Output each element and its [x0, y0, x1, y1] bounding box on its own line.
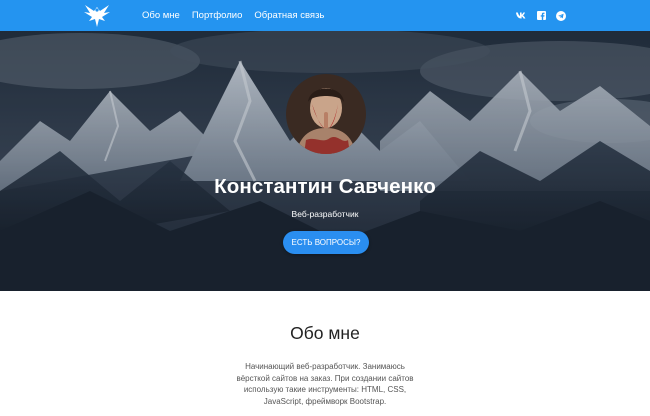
- about-text: Начинающий веб-разработчик. Занимаюсь вё…: [236, 362, 414, 406]
- social-links: [516, 0, 566, 31]
- facebook-icon[interactable]: [536, 11, 546, 21]
- nav-link-portfolio[interactable]: Портфолио: [192, 10, 243, 21]
- about-section: Обо мне Начинающий веб-разработчик. Зани…: [0, 291, 650, 416]
- eagle-logo-icon[interactable]: [83, 2, 111, 29]
- nav-link-feedback[interactable]: Обратная связь: [254, 10, 324, 21]
- questions-button[interactable]: ЕСТЬ ВОПРОСЫ?: [283, 231, 369, 254]
- telegram-icon[interactable]: [556, 10, 566, 21]
- nav-link-about[interactable]: Обо мне: [142, 10, 180, 21]
- vk-icon[interactable]: [516, 11, 526, 21]
- top-navbar: Обо мне Портфолио Обратная связь: [0, 0, 650, 31]
- main-nav: Обо мне Портфолио Обратная связь: [142, 0, 324, 31]
- hero-name: Константин Савченко: [214, 175, 436, 198]
- hero-role: Веб-разработчик: [291, 209, 359, 219]
- profile-photo: [286, 74, 366, 154]
- about-title: Обо мне: [290, 323, 360, 343]
- hero-section: Константин Савченко Веб-разработчик ЕСТЬ…: [0, 31, 650, 291]
